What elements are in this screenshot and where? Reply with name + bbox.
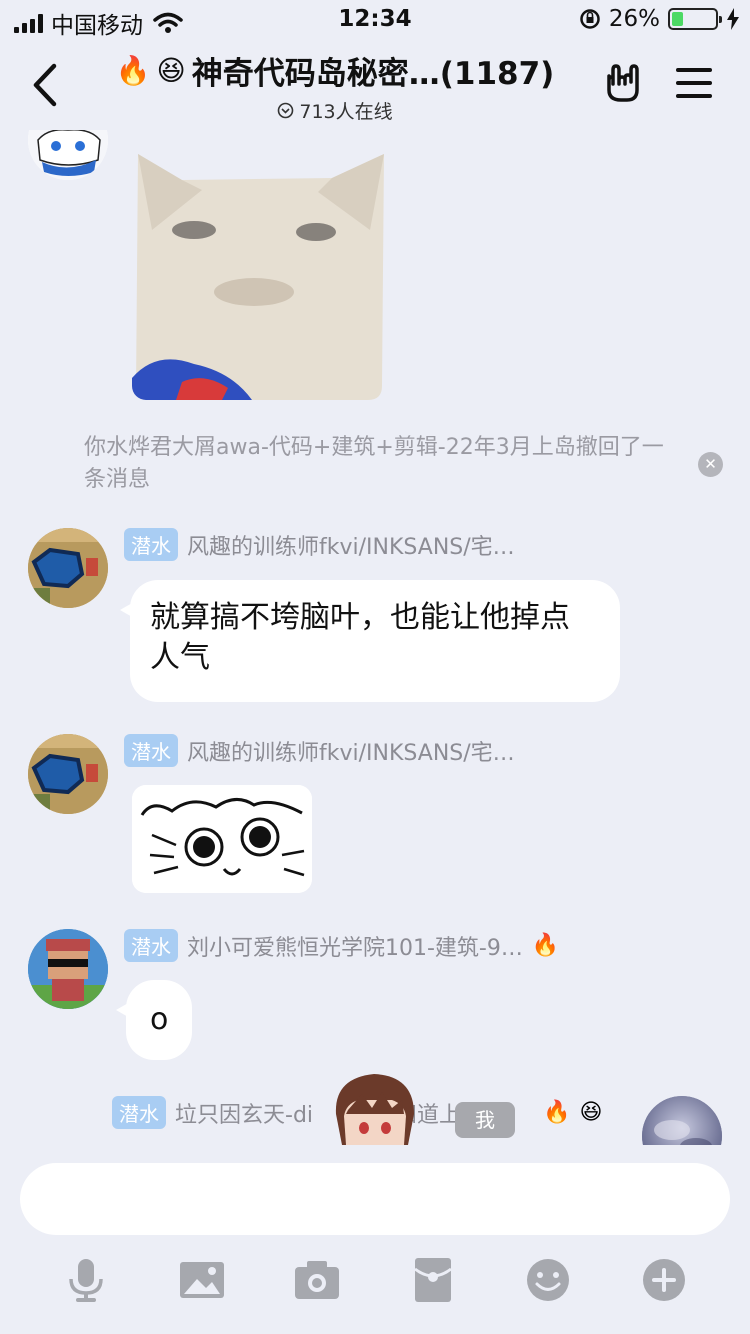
chevron-down-circle-icon bbox=[278, 102, 294, 119]
menu-button[interactable] bbox=[676, 68, 712, 100]
anime-avatar-image bbox=[28, 130, 108, 180]
message-text: 就算搞不垮脑叶，也能让他掉点人气 bbox=[150, 600, 570, 675]
avatar[interactable] bbox=[28, 734, 108, 814]
pixel-character-avatar-image bbox=[28, 929, 108, 1009]
floating-character-sticker[interactable] bbox=[330, 1070, 420, 1145]
avatar[interactable] bbox=[28, 528, 108, 608]
pixel-map-avatar-image bbox=[28, 528, 108, 608]
rock-hand-icon[interactable] bbox=[603, 62, 645, 104]
message-header: 潜水 风趣的训练师fkvi/INKSANS/宅… bbox=[124, 734, 515, 767]
status-right: 26% bbox=[579, 6, 740, 32]
avatar[interactable] bbox=[642, 1096, 722, 1145]
close-icon[interactable]: ✕ bbox=[698, 452, 723, 477]
image-icon[interactable] bbox=[179, 1257, 225, 1303]
composer-toolbar bbox=[0, 1257, 750, 1307]
sender-name[interactable]: 垃只因玄天-di bbox=[175, 1097, 313, 1129]
chat-screen: 中国移动 12:34 26% 🔥 😆 神奇代码岛秘密…(1187) 713人在线… bbox=[0, 0, 750, 1334]
red-packet-icon[interactable] bbox=[410, 1257, 456, 1303]
plus-icon[interactable] bbox=[641, 1257, 687, 1303]
sender-name[interactable]: 风趣的训练师fkvi/INKSANS/宅… bbox=[187, 529, 515, 561]
back-chevron-icon[interactable] bbox=[26, 60, 66, 110]
message-header: 潜水 刘小可爱熊恒光学院101-建筑-9… 🔥 bbox=[124, 929, 559, 962]
cat-sticker-image[interactable] bbox=[132, 150, 388, 400]
message-bubble[interactable]: 就算搞不垮脑叶，也能让他掉点人气 bbox=[120, 580, 620, 702]
battery-percent: 26% bbox=[608, 6, 660, 32]
online-count-text: 713人在线 bbox=[299, 101, 393, 123]
cat-sticker-drawing bbox=[132, 154, 384, 400]
group-title-text: 神奇代码岛秘密…(1187) bbox=[191, 56, 555, 92]
message-text: o bbox=[150, 1002, 169, 1037]
emoji-icon[interactable] bbox=[525, 1257, 571, 1303]
fire-icon: 🔥 bbox=[543, 1100, 571, 1125]
message-list[interactable]: 你水烨君大屑awa-代码+建筑+剪辑-22年3月上岛撤回了一条消息 ✕ 潜水 风… bbox=[0, 130, 750, 1145]
avatar[interactable] bbox=[28, 130, 108, 180]
cat-sketch-sticker-image[interactable] bbox=[132, 785, 312, 893]
message-bubble[interactable]: o bbox=[116, 980, 192, 1060]
anime-boy-drawing bbox=[335, 1074, 414, 1145]
fire-icon: 🔥 bbox=[115, 54, 151, 87]
composer bbox=[0, 1145, 750, 1334]
battery-fill bbox=[672, 12, 683, 26]
microphone-icon[interactable] bbox=[63, 1257, 109, 1303]
me-label: 我 bbox=[455, 1102, 515, 1138]
rotation-lock-icon bbox=[580, 9, 600, 29]
chat-header: 🔥 😆 神奇代码岛秘密…(1187) 713人在线 bbox=[0, 40, 750, 130]
status-badge: 潜水 bbox=[124, 929, 178, 962]
status-badge: 潜水 bbox=[124, 528, 178, 561]
cloud-avatar-image bbox=[642, 1096, 722, 1145]
sender-name[interactable]: 风趣的训练师fkvi/INKSANS/宅… bbox=[187, 735, 515, 767]
avatar[interactable] bbox=[28, 929, 108, 1009]
online-count: 713人在线 bbox=[100, 97, 570, 124]
smile-flower-icon: 😆 bbox=[579, 1100, 603, 1125]
camera-icon[interactable] bbox=[294, 1257, 340, 1303]
cat-sketch-drawing bbox=[132, 785, 312, 893]
status-badge: 潜水 bbox=[112, 1096, 166, 1129]
group-title-area[interactable]: 🔥 😆 神奇代码岛秘密…(1187) 713人在线 bbox=[100, 48, 570, 124]
group-title: 🔥 😆 神奇代码岛秘密…(1187) bbox=[100, 48, 570, 93]
recall-notice: 你水烨君大屑awa-代码+建筑+剪辑-22年3月上岛撤回了一条消息 bbox=[84, 435, 664, 492]
fire-icon: 🔥 bbox=[531, 933, 560, 958]
message-header: 潜水 风趣的训练师fkvi/INKSANS/宅… bbox=[124, 528, 515, 561]
message-input[interactable] bbox=[20, 1163, 730, 1235]
status-badge: 潜水 bbox=[124, 734, 178, 767]
smile-flower-icon: 😆 bbox=[156, 54, 186, 87]
pixel-map-avatar-image bbox=[28, 734, 108, 814]
battery-icon bbox=[668, 8, 722, 30]
sender-name[interactable]: 刘小可爱熊恒光学院101-建筑-9… bbox=[187, 930, 523, 962]
charging-bolt-icon bbox=[727, 8, 739, 30]
status-bar: 中国移动 12:34 26% bbox=[0, 0, 750, 40]
